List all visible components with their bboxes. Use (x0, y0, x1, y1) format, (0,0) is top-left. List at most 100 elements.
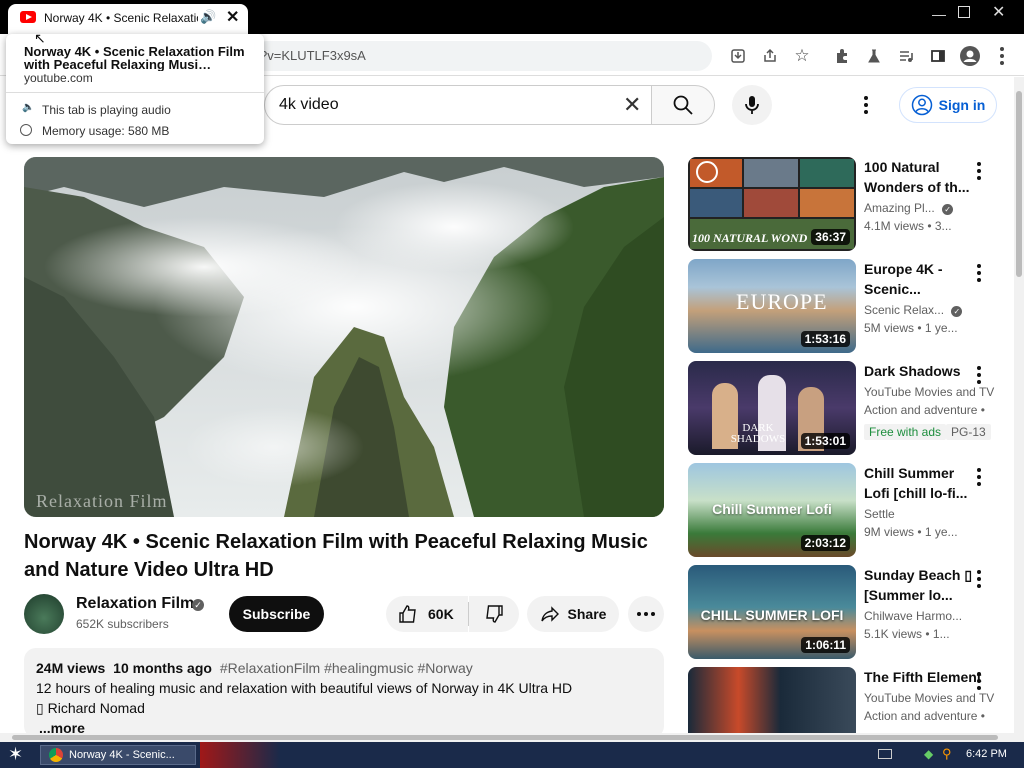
collage-tile (800, 189, 854, 217)
address-bar[interactable]: ?v=KLUTLF3x9sA (252, 41, 712, 71)
recommendation-channel: YouTube Movies and TV (864, 691, 995, 705)
search-input[interactable]: 4k video ✕ (264, 85, 652, 125)
recommendation-meta: Action and adventure • (864, 403, 985, 417)
recommendation-item[interactable]: EUROPE 1:53:16 Europe 4K - Scenic... Sce… (688, 259, 1008, 353)
browser-menu-icon[interactable] (990, 44, 1014, 68)
tab-strip: Norway 4K • Scenic Relaxation 🔊 ✕ — ✕ (0, 0, 1024, 34)
video-thumbnail[interactable]: DARK SHADOWS 1:53:01 (688, 361, 856, 455)
recommendation-item[interactable]: 100 NATURAL WOND 36:37 100 Natural Wonde… (688, 157, 1008, 251)
dislike-button[interactable] (469, 596, 519, 632)
channel-name[interactable]: Relaxation Film (76, 595, 194, 613)
video-thumbnail[interactable]: CHILL SUMMER LOFI 1:06:11 (688, 565, 856, 659)
memory-gauge-icon (20, 124, 32, 136)
keyboard-icon[interactable] (878, 749, 892, 759)
video-duration: 1:06:11 (801, 637, 850, 653)
start-button-icon[interactable]: ✶ (8, 744, 23, 765)
search-tray-icon[interactable]: ⚲ (942, 746, 952, 762)
channel-label: Amazing Pl... (864, 201, 935, 215)
recommendation-item[interactable]: DARK SHADOWS 1:53:01 Dark Shadows YouTub… (688, 361, 1008, 455)
globe-icon (696, 161, 718, 183)
channel-avatar[interactable] (24, 594, 64, 634)
speaker-icon[interactable]: 🔊 (200, 9, 216, 25)
video-player[interactable]: Relaxation Film (24, 157, 664, 517)
collage-tile (744, 159, 798, 187)
more-options-icon[interactable] (973, 263, 985, 283)
thumbnail-overlay-text: CHILL SUMMER LOFI (700, 607, 844, 623)
description-box[interactable]: 24M views 10 months ago #RelaxationFilm … (24, 648, 664, 738)
side-panel-icon[interactable] (926, 44, 950, 68)
more-options-icon[interactable] (973, 569, 985, 589)
scrollbar-thumb[interactable] (1016, 91, 1022, 277)
share-arrow-icon (540, 606, 559, 622)
labs-flask-icon[interactable] (862, 44, 886, 68)
hovercard-title: Norway 4K • Scenic Relaxation Film with … (24, 45, 245, 71)
recommendation-meta: Action and adventure • (864, 709, 985, 723)
thumbs-up-icon (399, 605, 416, 623)
hovercard-audio: This tab is playing audio (42, 103, 171, 117)
browser-app-icon (49, 748, 63, 762)
more-actions-button[interactable] (628, 596, 664, 632)
taskbar: ✶ Norway 4K - Scenic... ◆ ⚲ 6:42 PM (0, 742, 1024, 768)
verified-badge-icon: ✓ (951, 306, 963, 317)
media-queue-icon[interactable] (894, 44, 918, 68)
subscriber-count: 652K subscribers (76, 617, 169, 631)
settings-menu-icon[interactable] (864, 96, 868, 114)
extensions-icon[interactable] (830, 44, 854, 68)
recommendation-channel: Scenic Relax... ✓ (864, 303, 1004, 317)
more-options-icon[interactable] (973, 161, 985, 181)
description-line-2: ▯ Richard Nomad (36, 700, 145, 716)
clear-search-icon[interactable]: ✕ (623, 92, 641, 118)
more-options-icon[interactable] (973, 467, 985, 487)
recommendation-title: Chill Summer Lofi [chill lo-fi... (864, 465, 968, 501)
collage-tile (744, 189, 798, 217)
bookmark-star-icon[interactable]: ☆ (790, 44, 814, 68)
scrollbar-thumb[interactable] (12, 735, 998, 740)
share-page-icon[interactable] (758, 44, 782, 68)
install-icon[interactable] (726, 44, 750, 68)
tab-title: Norway 4K • Scenic Relaxation (44, 11, 198, 25)
taskbar-app-button[interactable]: Norway 4K - Scenic... (40, 745, 196, 765)
network-icon[interactable]: ◆ (924, 747, 933, 761)
subscribe-label: Subscribe (242, 606, 311, 622)
search-button[interactable] (651, 85, 715, 125)
rating-badge: PG-13 (946, 424, 991, 440)
thumbnail-overlay-text: DARK SHADOWS (730, 422, 786, 445)
minimize-icon[interactable]: — (932, 6, 946, 22)
sign-in-label: Sign in (938, 97, 986, 113)
recommendation-item[interactable]: The Fifth Element YouTube Movies and TV … (688, 667, 1008, 733)
recommendation-title: Sunday Beach ▯ [Summer lo... (864, 567, 973, 603)
video-thumbnail[interactable]: EUROPE 1:53:16 (688, 259, 856, 353)
hashtags[interactable]: #RelaxationFilm #healingmusic #Norway (220, 660, 473, 676)
hovercard-memory: Memory usage: 580 MB (42, 124, 170, 138)
sign-in-button[interactable]: Sign in (899, 87, 997, 123)
close-tab-icon[interactable]: ✕ (226, 7, 239, 27)
channel-label: Scenic Relax... (864, 303, 945, 317)
horizontal-scrollbar[interactable] (0, 733, 1024, 742)
free-with-ads-badge: Free with ads (864, 424, 947, 440)
share-button[interactable]: Share (527, 596, 619, 632)
video-thumbnail[interactable] (688, 667, 856, 733)
close-window-icon[interactable]: ✕ (992, 2, 1005, 22)
tab-hover-card: Norway 4K • Scenic Relaxation Film with … (6, 30, 264, 144)
taskbar-app-label: Norway 4K - Scenic... (69, 749, 175, 761)
video-thumbnail[interactable]: Chill Summer Lofi 2:03:12 (688, 463, 856, 557)
video-watermark: Relaxation Film (36, 491, 168, 511)
profile-avatar-icon[interactable] (958, 44, 982, 68)
recommendation-channel: Chilwave Harmo... (864, 609, 963, 623)
subscribe-button[interactable]: Subscribe (229, 596, 324, 632)
share-label: Share (567, 606, 607, 622)
video-duration: 1:53:16 (800, 331, 850, 347)
more-options-icon[interactable] (973, 671, 985, 691)
mouse-cursor-icon: ↖ (34, 30, 46, 46)
recommendation-title: Europe 4K - Scenic... (864, 261, 943, 297)
video-thumbnail[interactable]: 100 NATURAL WOND 36:37 (688, 157, 856, 251)
recommendation-item[interactable]: CHILL SUMMER LOFI 1:06:11 Sunday Beach ▯… (688, 565, 1008, 659)
recommendation-item[interactable]: Chill Summer Lofi 2:03:12 Chill Summer L… (688, 463, 1008, 557)
voice-search-button[interactable] (732, 85, 772, 125)
restore-icon[interactable] (958, 6, 970, 18)
vertical-scrollbar[interactable] (1014, 77, 1024, 733)
more-options-icon[interactable] (973, 365, 985, 385)
play-triangle-icon (26, 14, 32, 20)
account-icon (911, 94, 932, 116)
like-button[interactable]: 60K (386, 596, 468, 632)
